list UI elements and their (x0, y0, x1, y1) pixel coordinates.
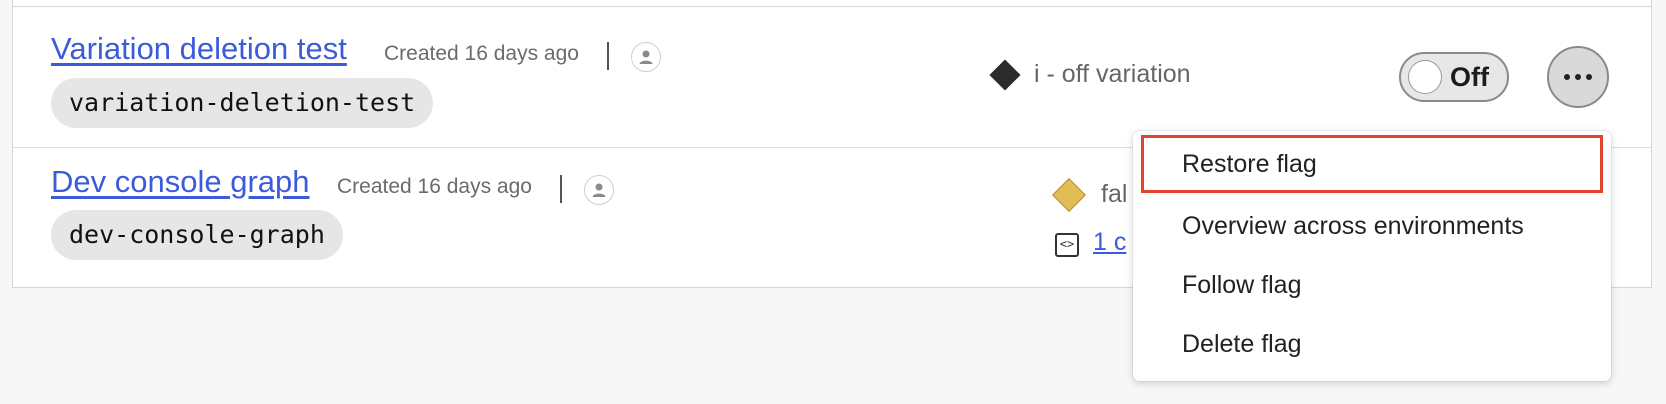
toggle-knob (1408, 60, 1442, 94)
flag-variation: i - off variation (989, 58, 1191, 91)
diamond-icon (1052, 177, 1086, 212)
menu-item-delete-flag[interactable]: Delete flag (1133, 315, 1611, 373)
flag-key-badge[interactable]: dev-console-graph (51, 210, 343, 260)
separator (560, 175, 562, 203)
code-references-link[interactable]: 1 c (1093, 228, 1126, 257)
separator (607, 42, 609, 70)
user-avatar-icon[interactable] (584, 175, 614, 205)
user-glyph-icon (592, 183, 606, 197)
variation-label: i - off variation (1034, 60, 1191, 88)
toggle-label: Off (1450, 61, 1489, 92)
flag-title-link[interactable]: Variation deletion test (51, 31, 347, 67)
variation-label: fal (1101, 180, 1128, 208)
more-horizontal-icon[interactable] (1547, 46, 1609, 108)
created-date: Created 16 days ago (337, 175, 532, 198)
user-glyph-icon (639, 50, 653, 64)
user-avatar-icon[interactable] (631, 42, 661, 72)
menu-item-overview-across-environments[interactable]: Overview across environments (1133, 197, 1611, 255)
dot (1575, 74, 1581, 80)
menu-item-follow-flag[interactable]: Follow flag (1133, 256, 1611, 314)
flag-key-badge[interactable]: variation-deletion-test (51, 78, 434, 128)
flag-actions-menu: Restore flag Overview across environment… (1133, 131, 1611, 381)
code-reference-icon: <> (1055, 233, 1079, 257)
diamond-icon (989, 58, 1021, 91)
flag-toggle[interactable]: Off (1399, 52, 1509, 102)
divider (12, 6, 1652, 7)
dot (1586, 74, 1592, 80)
menu-item-restore-flag[interactable]: Restore flag (1141, 135, 1603, 193)
flag-variation: fal (1052, 177, 1128, 212)
dot (1564, 74, 1570, 80)
created-date: Created 16 days ago (384, 42, 579, 65)
flag-title-link[interactable]: Dev console graph (51, 164, 310, 200)
